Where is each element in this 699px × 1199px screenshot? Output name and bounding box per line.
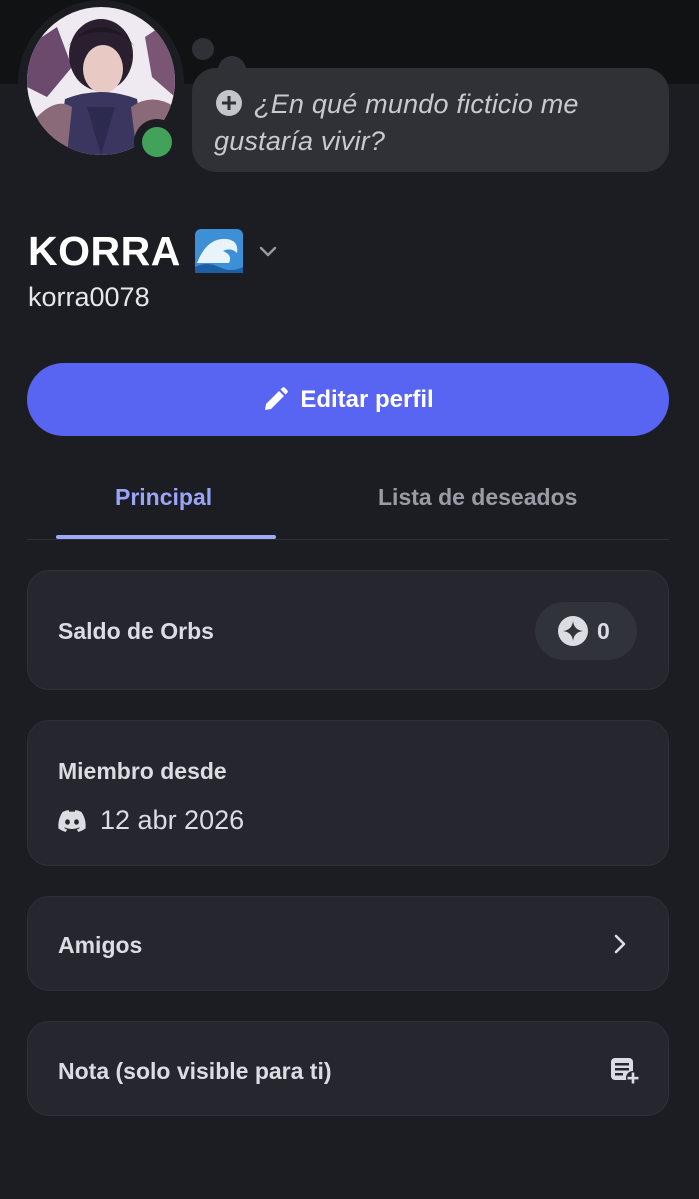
add-note-icon[interactable] [610, 1057, 640, 1085]
note-label: Nota (solo visible para ti) [58, 1058, 332, 1084]
add-circle-icon [216, 90, 242, 116]
display-name: KORRA [28, 227, 181, 274]
chevron-down-icon[interactable] [257, 240, 279, 262]
pencil-icon [265, 386, 289, 410]
orbs-balance-pill[interactable]: 0 [535, 602, 637, 660]
orbs-balance-card[interactable]: Saldo de Orbs 0 [27, 570, 669, 690]
tab-principal[interactable]: Principal [115, 484, 212, 511]
member-since-row: 12 abr 2026 [58, 805, 244, 836]
orbs-balance-value: 0 [597, 617, 610, 644]
custom-status-bubble[interactable]: ¿En qué mundo ficticio me gustaría vivir… [192, 68, 669, 172]
tab-wishlist[interactable]: Lista de deseados [378, 484, 577, 511]
tabs-divider [27, 539, 669, 540]
orbs-balance-label: Saldo de Orbs [58, 618, 214, 644]
profile-tabs: Principal Lista de deseados [27, 470, 669, 540]
thought-bubble-dot [192, 38, 214, 60]
status-dot [142, 127, 172, 157]
custom-status-placeholder: ¿En qué mundo ficticio me gustaría vivir… [214, 89, 579, 156]
online-status-indicator [134, 119, 180, 165]
edit-profile-button[interactable]: Editar perfil [27, 363, 669, 436]
friends-label: Amigos [58, 932, 143, 958]
member-since-card: Miembro desde 12 abr 2026 [27, 720, 669, 866]
orb-icon [558, 616, 588, 646]
edit-profile-label: Editar perfil [300, 385, 434, 413]
username: korra0078 [28, 282, 150, 312]
chevron-right-icon [614, 934, 626, 954]
discord-icon [58, 809, 86, 832]
water-wave-emoji [194, 229, 243, 273]
display-name-row[interactable]: KORRA [28, 226, 279, 276]
member-since-label: Miembro desde [58, 758, 227, 784]
member-since-date: 12 abr 2026 [100, 805, 245, 835]
friends-card[interactable]: Amigos [27, 896, 669, 991]
note-card[interactable]: Nota (solo visible para ti) [27, 1021, 669, 1116]
